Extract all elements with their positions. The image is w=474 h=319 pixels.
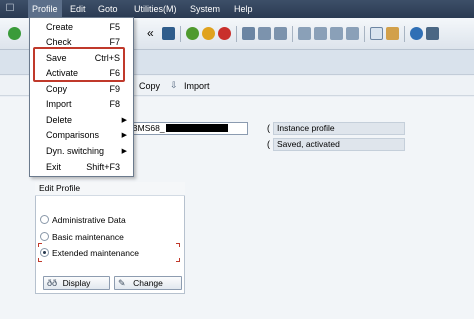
radio-button-selected[interactable] bbox=[40, 248, 49, 257]
menu-item-import[interactable]: Import F8 bbox=[30, 97, 134, 112]
customize-layout-icon[interactable] bbox=[426, 27, 439, 40]
radio-button[interactable] bbox=[40, 215, 49, 224]
glasses-icon: ðð bbox=[47, 278, 58, 288]
find-icon[interactable] bbox=[258, 27, 271, 40]
profile-type-field: Instance profile bbox=[273, 122, 405, 135]
exit-icon[interactable] bbox=[202, 27, 215, 40]
enter-icon[interactable] bbox=[8, 27, 21, 40]
previous-page-icon[interactable] bbox=[314, 27, 327, 40]
radio-administrative-data[interactable]: Administrative Data bbox=[40, 214, 126, 226]
menu-goto[interactable]: Goto bbox=[94, 0, 122, 18]
new-session-icon[interactable] bbox=[370, 27, 383, 40]
menu-item-delete[interactable]: Delete ▶ bbox=[30, 113, 134, 128]
menu-item-comparisons[interactable]: Comparisons ▶ bbox=[30, 128, 134, 143]
submenu-arrow-icon: ▶ bbox=[121, 117, 127, 124]
profile-status-field: Saved, activated bbox=[273, 138, 405, 151]
submenu-arrow-icon: ▶ bbox=[121, 148, 127, 155]
save-icon[interactable] bbox=[162, 27, 175, 40]
shortcut-icon[interactable] bbox=[386, 27, 399, 40]
next-page-icon[interactable] bbox=[330, 27, 343, 40]
menu-bar: ☐ Profile Edit Goto Utilities(M) System … bbox=[0, 0, 474, 18]
menu-item-copy[interactable]: Copy F9 bbox=[30, 82, 134, 97]
menu-item-exit[interactable]: Exit Shift+F3 bbox=[30, 160, 134, 175]
last-page-icon[interactable] bbox=[346, 27, 359, 40]
cancel-icon[interactable] bbox=[218, 27, 231, 40]
back-nav-icon[interactable] bbox=[186, 27, 199, 40]
menu-item-create[interactable]: Create F5 bbox=[30, 20, 134, 35]
submenu-arrow-icon: ▶ bbox=[121, 132, 127, 139]
menu-system[interactable]: System bbox=[186, 0, 224, 18]
highlight-annotation bbox=[33, 47, 125, 82]
menu-edit[interactable]: Edit bbox=[66, 0, 90, 18]
edit-profile-title: Edit Profile bbox=[35, 182, 185, 196]
profile-dropdown-menu: Create F5 Check F7 Save Ctrl+S Activate … bbox=[29, 17, 134, 177]
menu-help[interactable]: Help bbox=[230, 0, 257, 18]
display-button[interactable]: ðð Display bbox=[43, 276, 110, 290]
menu-profile[interactable]: Profile bbox=[28, 0, 62, 18]
pencil-icon: ✎ bbox=[118, 278, 126, 288]
menu-utilities[interactable]: Utilities(M) bbox=[130, 0, 181, 18]
import-button[interactable]: ⇩ Import bbox=[170, 79, 210, 93]
change-button[interactable]: ✎ Change bbox=[114, 276, 182, 290]
back-icon[interactable]: « bbox=[147, 26, 154, 40]
radio-extended-maintenance[interactable]: Extended maintenance bbox=[40, 247, 139, 259]
window-menu-icon[interactable]: ☐ bbox=[3, 3, 17, 15]
radio-basic-maintenance[interactable]: Basic maintenance bbox=[40, 231, 124, 243]
redacted-text bbox=[165, 124, 228, 132]
menu-item-dyn-switching[interactable]: Dyn. switching ▶ bbox=[30, 144, 134, 159]
help-icon[interactable] bbox=[410, 27, 423, 40]
profile-name-field[interactable]: BMS68_ bbox=[128, 122, 248, 135]
radio-button[interactable] bbox=[40, 232, 49, 241]
first-page-icon[interactable] bbox=[298, 27, 311, 40]
print-icon[interactable] bbox=[242, 27, 255, 40]
find-next-icon[interactable] bbox=[274, 27, 287, 40]
import-icon: ⇩ bbox=[170, 80, 178, 90]
